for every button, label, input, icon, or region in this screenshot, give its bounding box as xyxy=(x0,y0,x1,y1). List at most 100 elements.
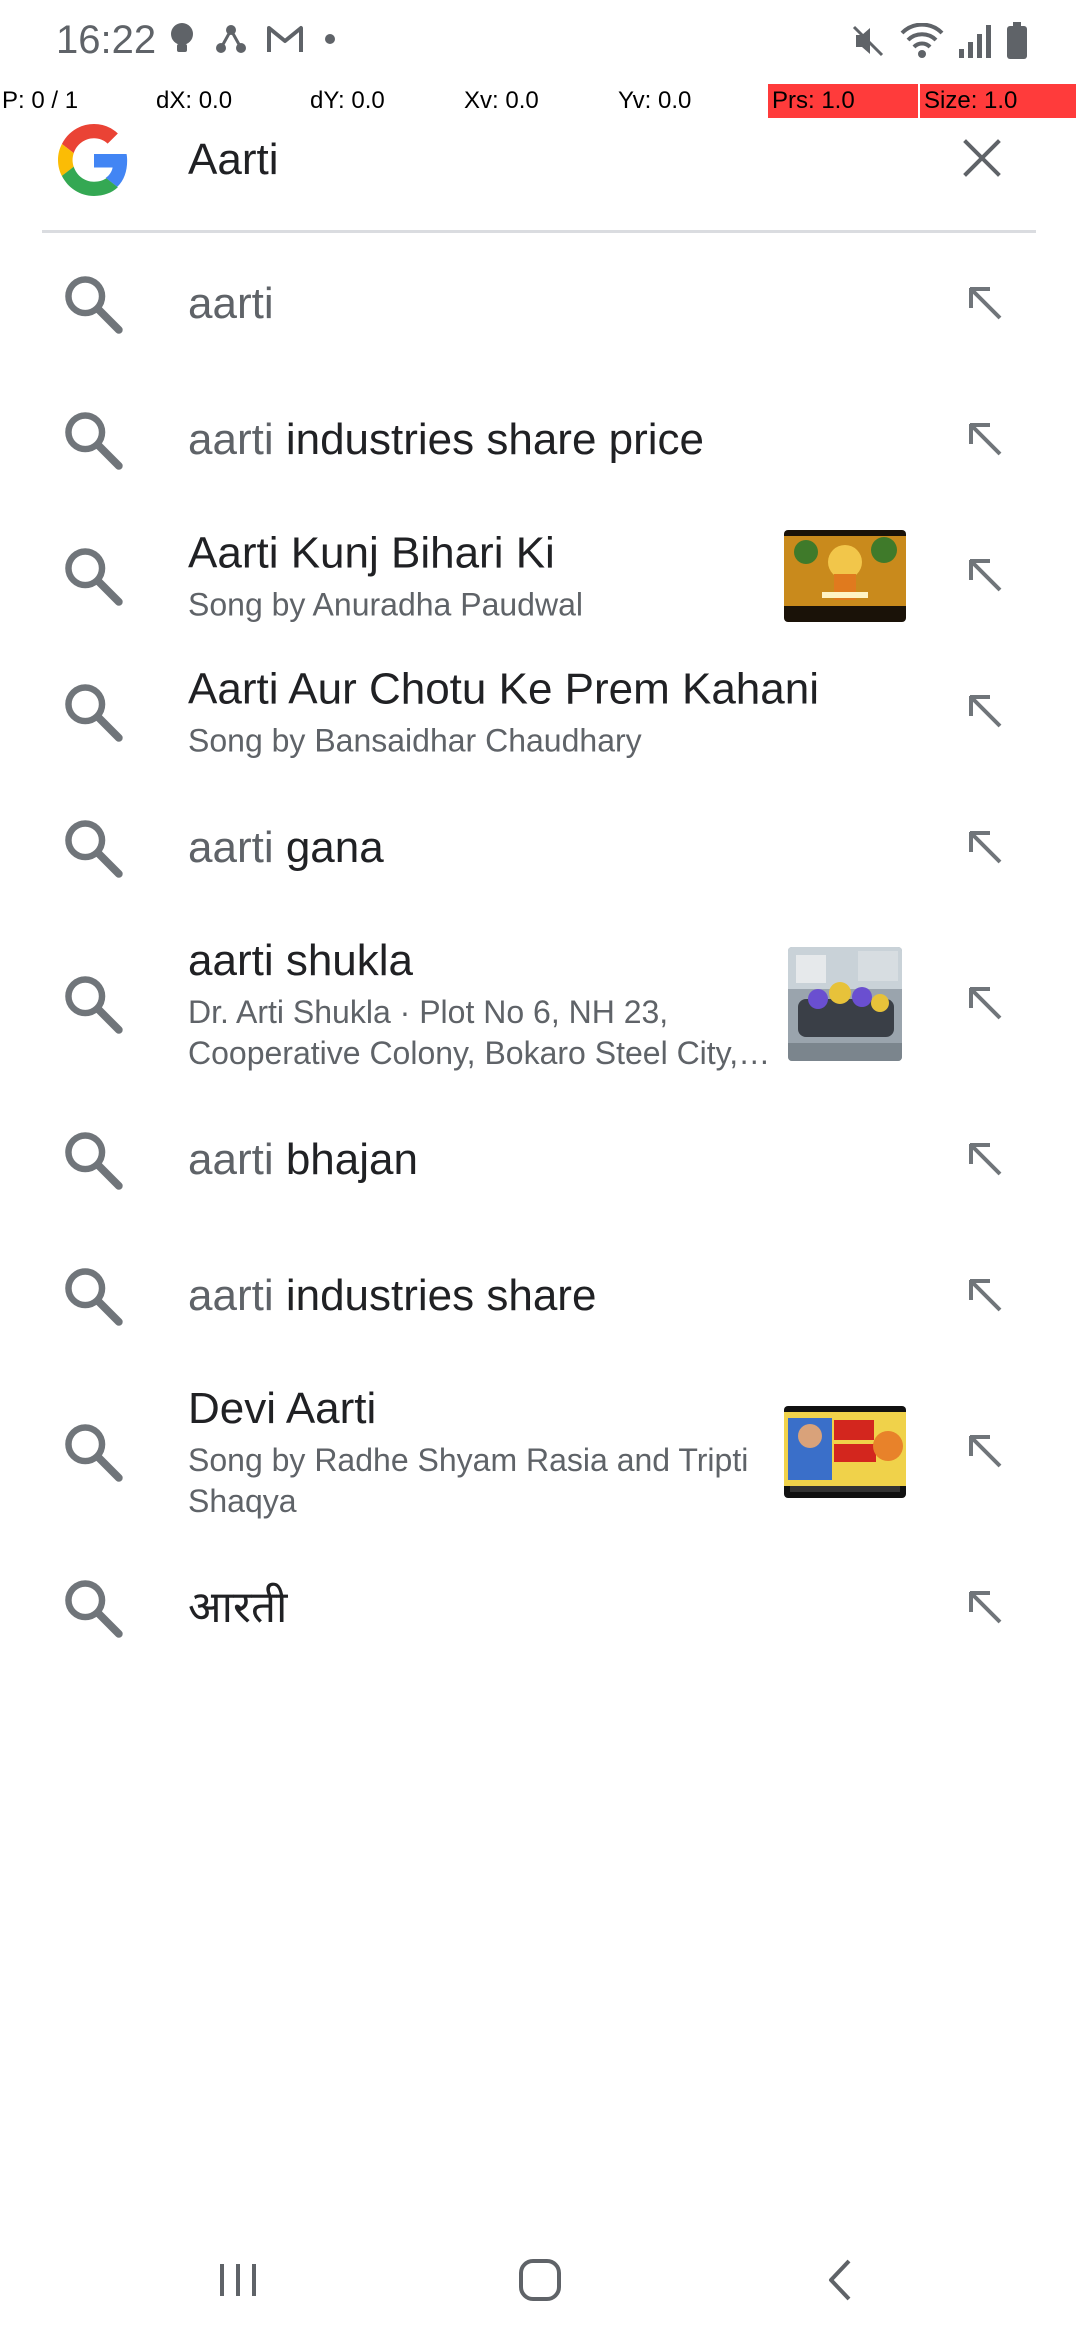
suggestion-item[interactable]: Aarti Aur Chotu Ke Prem Kahani Song by B… xyxy=(0,644,1080,780)
suggestion-item[interactable]: Aarti Kunj Bihari Ki Song by Anuradha Pa… xyxy=(0,508,1080,644)
fill-query-button[interactable] xyxy=(958,1580,1014,1636)
arrow-up-left-icon xyxy=(969,1435,1002,1468)
network-icon xyxy=(216,25,246,53)
suggestion-item[interactable]: aarti industries share xyxy=(0,1228,1080,1364)
search-icon xyxy=(65,548,123,606)
fill-query-button[interactable] xyxy=(958,276,1014,332)
recent-apps-icon xyxy=(220,2264,256,2296)
search-icon xyxy=(65,976,123,1034)
suggestion-item[interactable]: aarti bhajan xyxy=(0,1092,1080,1228)
suggestion-completion: Aarti Kunj Bihari Ki xyxy=(188,528,555,578)
pointer-size: Size: 1.0 xyxy=(920,84,1076,118)
search-icon xyxy=(65,1268,123,1326)
notification-icons xyxy=(168,22,336,56)
pointer-yv: Yv: 0.0 xyxy=(618,87,692,114)
suggestion-item[interactable]: aarti xyxy=(0,236,1080,372)
suggestion-completion: industries share price xyxy=(273,415,705,464)
fill-query-button[interactable] xyxy=(958,1132,1014,1188)
suggestion-query: aarti xyxy=(188,1135,274,1184)
suggestion-list: aarti aarti industries share price Aarti… xyxy=(0,236,1080,1676)
pointer-pressure: Prs: 1.0 xyxy=(768,84,918,118)
fill-query-button[interactable] xyxy=(958,820,1014,876)
gmail-icon xyxy=(267,26,303,52)
status-time: 16:22 xyxy=(56,18,157,62)
search-icon xyxy=(65,412,123,470)
arrow-up-left-icon xyxy=(969,695,1002,728)
song-album-art xyxy=(784,530,906,622)
suggestion-query: aarti xyxy=(188,279,274,328)
fill-query-button[interactable] xyxy=(958,1268,1014,1324)
system-icons xyxy=(850,22,1028,60)
fill-query-button[interactable] xyxy=(958,412,1014,468)
suggestion-text: आरती xyxy=(188,1581,948,1635)
pointer-dx: dX: 0.0 xyxy=(156,87,233,114)
search-divider xyxy=(42,230,1036,233)
suggestion-query: aarti xyxy=(188,823,274,872)
wifi-icon xyxy=(900,23,944,58)
search-icon xyxy=(65,276,123,334)
arrow-up-left-icon xyxy=(969,831,1002,864)
suggestion-text: Aarti Kunj Bihari Ki Song by Anuradha Pa… xyxy=(188,527,778,626)
suggestion-completion: gana xyxy=(273,823,384,872)
home-button[interactable] xyxy=(480,2240,600,2320)
pointer-count: P: 0 / 1 xyxy=(2,87,79,114)
arrow-up-left-icon xyxy=(969,1591,1002,1624)
dot-icon xyxy=(325,34,335,44)
clear-search-button[interactable] xyxy=(950,126,1014,190)
mute-icon xyxy=(852,25,884,57)
suggestion-subtitle: Song by Anuradha Paudwal xyxy=(188,586,583,623)
arrow-up-left-icon xyxy=(969,423,1002,456)
song-album-art xyxy=(784,1406,906,1498)
suggestion-query: aarti xyxy=(188,1271,274,1320)
suggestion-text: aarti gana xyxy=(188,821,948,875)
suggestion-subtitle: Dr. Arti Shukla · Plot No 6, NH 23, Coop… xyxy=(188,994,739,1071)
suggestion-subtitle: Song by Radhe Shyam Rasia and Tripti Sha… xyxy=(188,1442,749,1519)
back-button[interactable] xyxy=(780,2240,900,2320)
arrow-up-left-icon xyxy=(969,559,1002,592)
home-icon xyxy=(519,2259,561,2301)
suggestion-completion: aarti shukla xyxy=(188,936,414,985)
fill-query-button[interactable] xyxy=(958,548,1014,604)
suggestion-completion: Devi Aarti xyxy=(188,1384,377,1433)
arrow-up-left-icon xyxy=(969,987,1002,1020)
search-input[interactable] xyxy=(188,128,908,192)
suggestion-item[interactable]: आरती xyxy=(0,1540,1080,1676)
suggestion-text: Aarti Aur Chotu Ke Prem Kahani Song by B… xyxy=(188,663,948,762)
status-bar: 16:22 xyxy=(0,0,1080,84)
navigation-bar xyxy=(0,2220,1080,2340)
suggestion-text: aarti industries share price xyxy=(188,413,948,467)
suggestion-completion: आरती xyxy=(188,1583,288,1632)
fill-query-button[interactable] xyxy=(958,684,1014,740)
fill-query-button[interactable] xyxy=(958,976,1014,1032)
suggestion-item[interactable]: aarti industries share price xyxy=(0,372,1080,508)
arrow-up-left-icon xyxy=(969,287,1002,320)
pointer-dy: dY: 0.0 xyxy=(310,87,385,114)
arrow-up-left-icon xyxy=(969,1279,1002,1312)
recent-apps-button[interactable] xyxy=(178,2240,298,2320)
search-icon xyxy=(65,1132,123,1190)
arrow-up-left-icon xyxy=(969,1143,1002,1176)
back-icon xyxy=(829,2259,851,2301)
suggestion-subtitle: Song by Bansaidhar Chaudhary xyxy=(188,722,642,759)
pointer-location-overlay: P: 0 / 1 dX: 0.0 dY: 0.0 Xv: 0.0 Yv: 0.0… xyxy=(0,84,1080,118)
pointer-xv: Xv: 0.0 xyxy=(464,87,539,114)
suggestion-text: aarti xyxy=(188,277,948,331)
battery-icon xyxy=(1007,22,1027,59)
suggestion-item[interactable]: aarti gana xyxy=(0,780,1080,916)
place-photo xyxy=(788,947,902,1061)
lightbulb-icon xyxy=(171,23,193,52)
suggestion-text: aarti shukla Dr. Arti Shukla · Plot No 6… xyxy=(188,934,778,1074)
suggestion-text: aarti bhajan xyxy=(188,1133,948,1187)
google-g-icon xyxy=(58,124,128,196)
search-icon xyxy=(65,1580,123,1638)
suggestion-item[interactable]: Devi Aarti Song by Radhe Shyam Rasia and… xyxy=(0,1364,1080,1540)
suggestion-completion: bhajan xyxy=(273,1135,418,1184)
suggestion-item[interactable]: aarti shukla Dr. Arti Shukla · Plot No 6… xyxy=(0,916,1080,1092)
suggestion-completion: industries share xyxy=(273,1271,597,1320)
signal-icon xyxy=(959,25,991,58)
fill-query-button[interactable] xyxy=(958,1424,1014,1480)
search-icon xyxy=(65,684,123,742)
suggestion-completion: Aarti Aur Chotu Ke Prem Kahani xyxy=(188,664,819,714)
search-icon xyxy=(65,1424,123,1482)
search-icon xyxy=(65,820,123,878)
